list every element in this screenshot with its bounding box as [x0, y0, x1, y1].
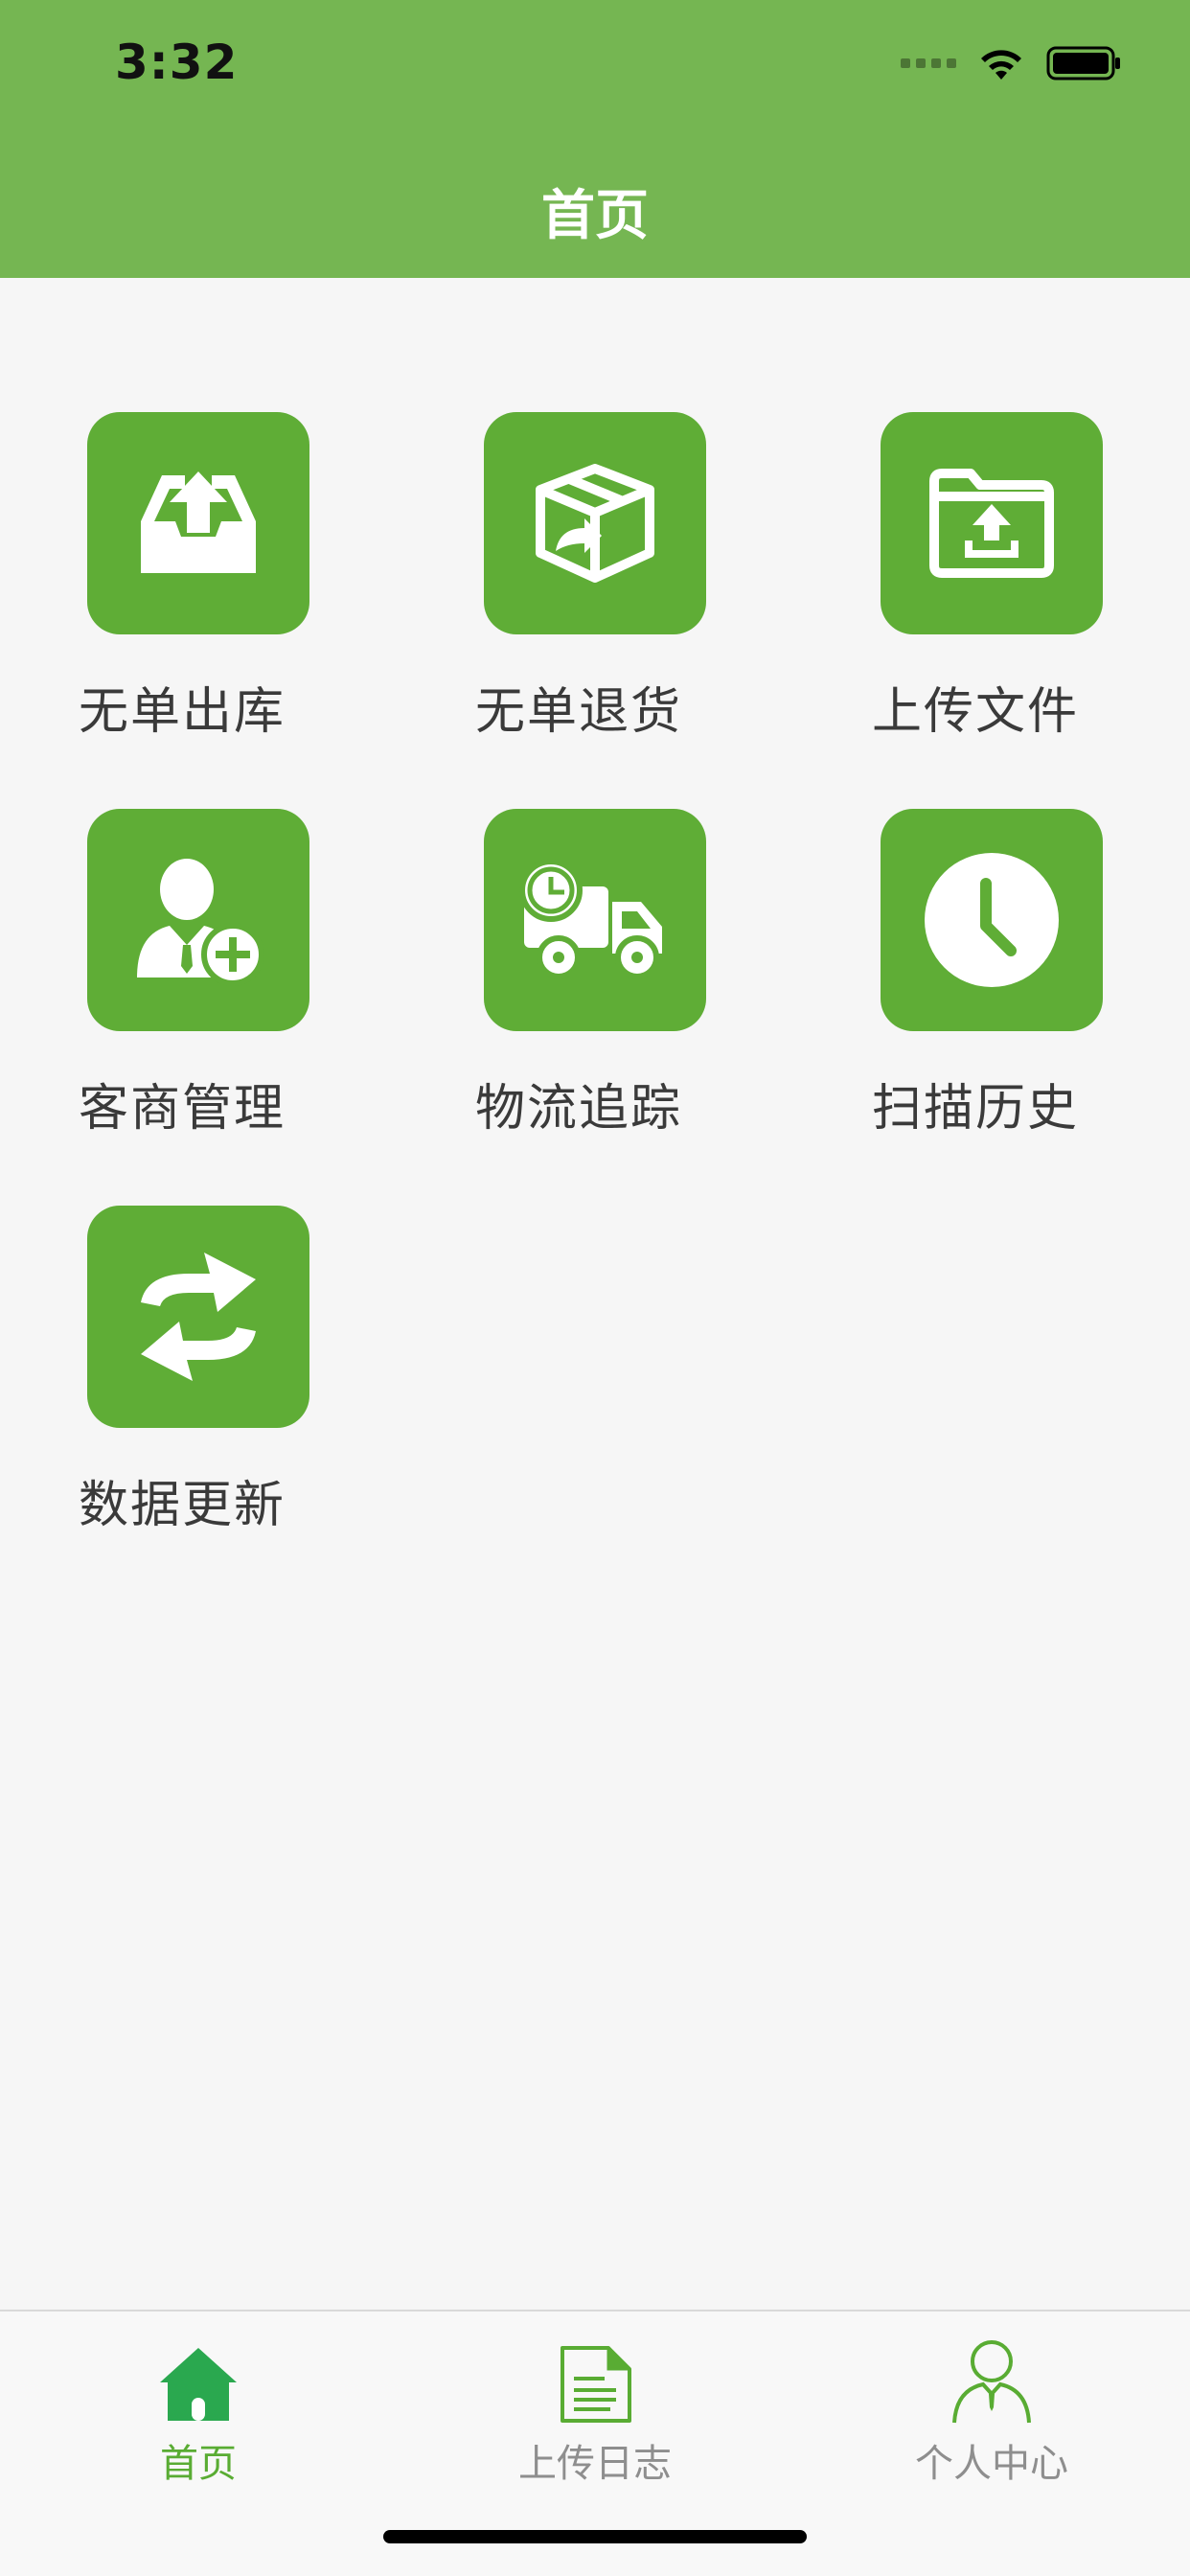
menu-item-label: 扫描历史	[871, 1080, 1079, 1138]
home-indicator[interactable]	[383, 2530, 807, 2543]
menu-item-return[interactable]: 无单退货	[397, 412, 761, 776]
menu-item-upload-file[interactable]: 上传文件	[793, 412, 1157, 776]
tab-upload-log[interactable]: 上传日志	[397, 2329, 793, 2520]
refresh-icon	[87, 1206, 309, 1428]
tab-label: 上传日志	[518, 2442, 672, 2486]
menu-item-label: 数据更新	[78, 1477, 286, 1534]
menu-item-scan-history[interactable]: 扫描历史	[793, 809, 1157, 1173]
status-time: 3:32	[115, 34, 239, 90]
app-screen: 3:32 首页 无单出库 无单退货 上传文件 客商管理 物流追踪 扫描历史 数据…	[0, 0, 1190, 2576]
person-icon	[793, 2329, 1190, 2425]
tab-profile[interactable]: 个人中心	[793, 2329, 1190, 2520]
battery-icon	[1046, 46, 1120, 80]
menu-item-logistics-tracking[interactable]: 物流追踪	[397, 809, 761, 1173]
tab-label: 个人中心	[915, 2442, 1068, 2486]
document-icon	[397, 2329, 793, 2425]
clock-icon	[881, 809, 1103, 1031]
status-icons	[901, 42, 1123, 84]
menu-item-label: 无单退货	[474, 683, 682, 741]
cellular-signal-icon	[901, 58, 956, 68]
truck-clock-icon	[484, 809, 706, 1031]
box-return-icon	[484, 412, 706, 634]
menu-item-label: 物流追踪	[474, 1080, 682, 1138]
folder-upload-icon	[881, 412, 1103, 634]
header-bar: 3:32 首页	[0, 0, 1190, 278]
tab-home[interactable]: 首页	[0, 2329, 397, 2520]
menu-item-label: 无单出库	[78, 683, 286, 741]
menu-item-data-update[interactable]: 数据更新	[0, 1206, 364, 1570]
tab-label: 首页	[160, 2442, 237, 2486]
inbox-upload-icon	[87, 412, 309, 634]
menu-item-label: 客商管理	[78, 1080, 286, 1138]
user-add-icon	[87, 809, 309, 1031]
page-title: 首页	[541, 185, 649, 247]
menu-item-outbound[interactable]: 无单出库	[0, 412, 364, 776]
home-icon	[0, 2329, 397, 2425]
wifi-icon	[981, 50, 1021, 80]
menu-item-label: 上传文件	[871, 683, 1079, 741]
menu-item-client-management[interactable]: 客商管理	[0, 809, 364, 1173]
